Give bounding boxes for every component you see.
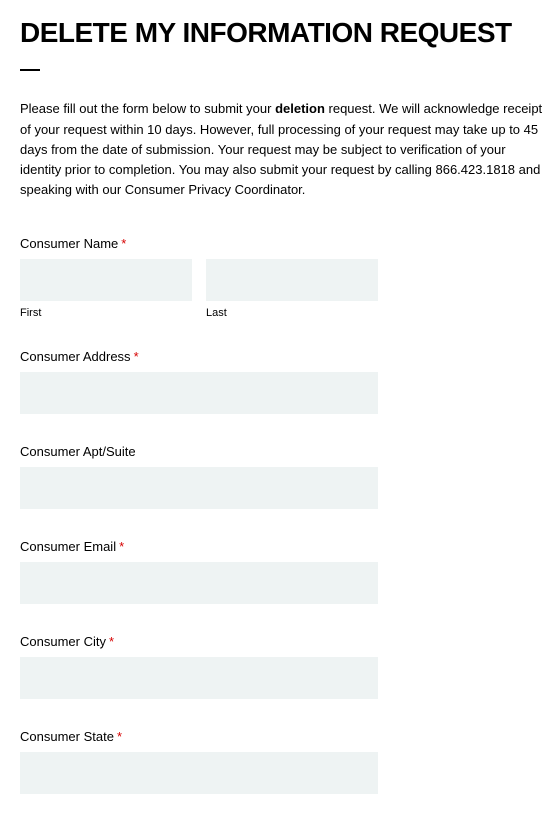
- city-input[interactable]: [20, 657, 378, 699]
- field-consumer-email: Consumer Email*: [20, 539, 546, 604]
- label-consumer-name: Consumer Name*: [20, 236, 546, 251]
- label-text: Consumer Email: [20, 539, 116, 554]
- first-name-input[interactable]: [20, 259, 192, 301]
- required-asterisk: *: [109, 634, 114, 649]
- label-text: Consumer Name: [20, 236, 118, 251]
- field-consumer-city: Consumer City*: [20, 634, 546, 699]
- field-consumer-state: Consumer State*: [20, 729, 546, 794]
- email-input[interactable]: [20, 562, 378, 604]
- address-input[interactable]: [20, 372, 378, 414]
- last-name-sublabel: Last: [206, 307, 378, 319]
- page-title: DELETE MY INFORMATION REQUEST: [20, 18, 546, 47]
- label-consumer-email: Consumer Email*: [20, 539, 546, 554]
- field-consumer-apt: Consumer Apt/Suite: [20, 444, 546, 509]
- required-asterisk: *: [117, 729, 122, 744]
- required-asterisk: *: [134, 349, 139, 364]
- field-consumer-address: Consumer Address*: [20, 349, 546, 414]
- label-text: Consumer State: [20, 729, 114, 744]
- field-consumer-name: Consumer Name* First Last: [20, 236, 546, 319]
- required-asterisk: *: [121, 236, 126, 251]
- intro-before: Please fill out the form below to submit…: [20, 101, 275, 116]
- divider: [20, 69, 40, 71]
- label-consumer-city: Consumer City*: [20, 634, 546, 649]
- label-text: Consumer City: [20, 634, 106, 649]
- intro-text: Please fill out the form below to submit…: [20, 99, 546, 200]
- label-text: Consumer Address: [20, 349, 131, 364]
- apt-input[interactable]: [20, 467, 378, 509]
- state-input[interactable]: [20, 752, 378, 794]
- intro-bold: deletion: [275, 101, 325, 116]
- first-name-sublabel: First: [20, 307, 192, 319]
- label-consumer-apt: Consumer Apt/Suite: [20, 444, 546, 459]
- required-asterisk: *: [119, 539, 124, 554]
- label-text: Consumer Apt/Suite: [20, 444, 136, 459]
- last-name-input[interactable]: [206, 259, 378, 301]
- label-consumer-address: Consumer Address*: [20, 349, 546, 364]
- label-consumer-state: Consumer State*: [20, 729, 546, 744]
